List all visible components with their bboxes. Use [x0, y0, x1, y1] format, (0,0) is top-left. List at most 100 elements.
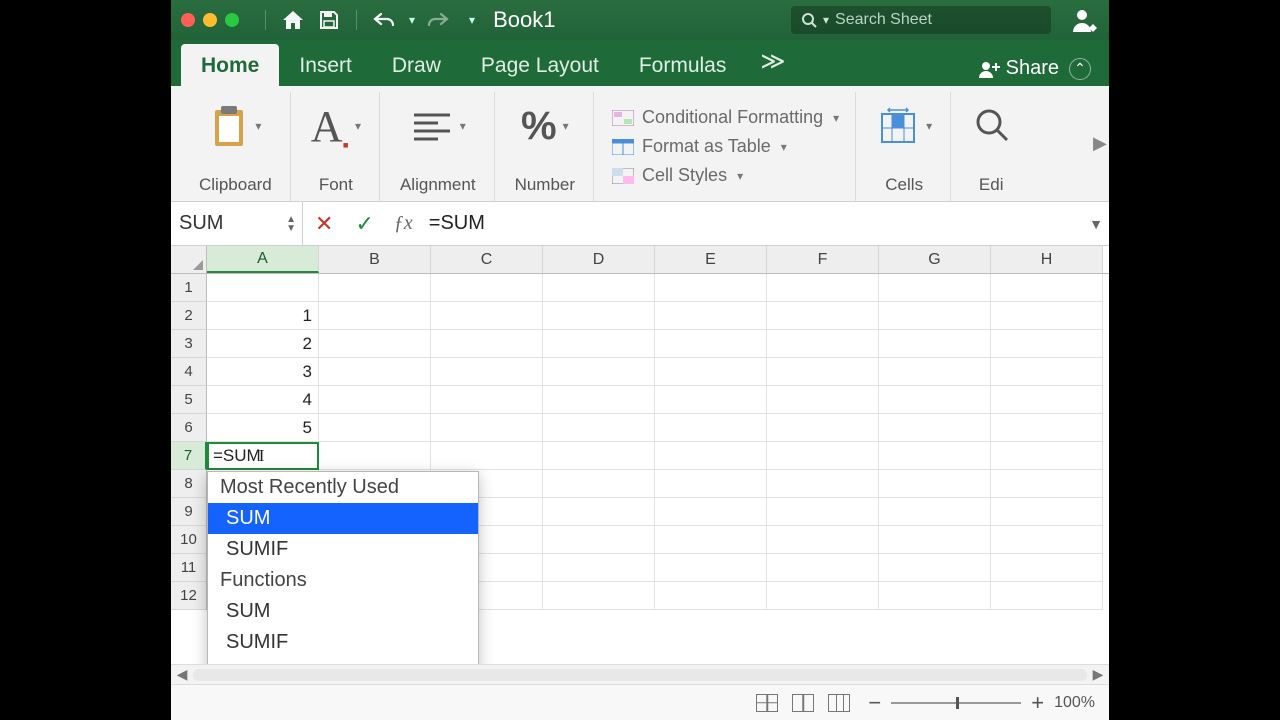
column-header[interactable]: B: [319, 246, 431, 273]
cell[interactable]: [655, 582, 767, 610]
cell[interactable]: [879, 386, 991, 414]
cell-styles-button[interactable]: Cell Styles ▾: [612, 165, 743, 186]
cell[interactable]: [431, 302, 543, 330]
cell[interactable]: [991, 442, 1103, 470]
cell[interactable]: [655, 358, 767, 386]
horizontal-scrollbar[interactable]: ◀ ▶: [171, 664, 1109, 684]
cell[interactable]: [767, 582, 879, 610]
select-all-corner[interactable]: [171, 246, 207, 273]
conditional-formatting-button[interactable]: Conditional Formatting ▾: [612, 107, 839, 128]
cell[interactable]: [879, 358, 991, 386]
cell[interactable]: [879, 414, 991, 442]
cell[interactable]: [879, 498, 991, 526]
active-cell[interactable]: =SUM I: [207, 442, 319, 470]
column-header[interactable]: E: [655, 246, 767, 273]
cell[interactable]: [879, 274, 991, 302]
row-header[interactable]: 8: [171, 470, 207, 498]
qat-customize-icon[interactable]: ▾: [469, 13, 475, 27]
cell[interactable]: [991, 330, 1103, 358]
autocomplete-item[interactable]: SUMIF: [208, 627, 478, 658]
close-window-button[interactable]: [181, 13, 195, 27]
cell[interactable]: [543, 386, 655, 414]
cell[interactable]: [319, 386, 431, 414]
cell[interactable]: [655, 526, 767, 554]
column-header[interactable]: A: [207, 246, 319, 273]
cell[interactable]: [207, 274, 319, 302]
tab-page-layout[interactable]: Page Layout: [461, 44, 619, 86]
cell[interactable]: [655, 554, 767, 582]
cell[interactable]: [767, 274, 879, 302]
alignment-button[interactable]: ▾: [410, 96, 466, 156]
format-as-table-button[interactable]: Format as Table ▾: [612, 136, 787, 157]
cell[interactable]: [543, 330, 655, 358]
scroll-left-icon[interactable]: ◀: [171, 666, 193, 683]
collapse-ribbon-button[interactable]: ⌃: [1069, 58, 1091, 80]
font-dropdown-icon[interactable]: ▾: [355, 119, 361, 133]
cell[interactable]: [879, 554, 991, 582]
cell[interactable]: [767, 302, 879, 330]
redo-icon[interactable]: [425, 7, 451, 33]
cell[interactable]: [879, 330, 991, 358]
row-header[interactable]: 2: [171, 302, 207, 330]
cell[interactable]: [543, 358, 655, 386]
formula-input[interactable]: =SUM: [423, 212, 1083, 235]
cell[interactable]: [655, 414, 767, 442]
cell[interactable]: [879, 526, 991, 554]
row-header[interactable]: 7: [171, 442, 207, 470]
paste-button[interactable]: ▾: [209, 96, 261, 156]
cell[interactable]: [991, 302, 1103, 330]
cell[interactable]: [879, 302, 991, 330]
tabs-overflow-icon[interactable]: ≫: [746, 37, 799, 86]
font-button[interactable]: A▪ ▾: [311, 96, 361, 156]
cell[interactable]: [431, 274, 543, 302]
scrollbar-track[interactable]: [193, 669, 1087, 681]
share-button[interactable]: Share: [978, 57, 1059, 80]
normal-view-button[interactable]: [756, 694, 778, 712]
search-dropdown-icon[interactable]: ▾: [823, 13, 829, 27]
cell[interactable]: [991, 358, 1103, 386]
zoom-level[interactable]: 100%: [1054, 694, 1095, 712]
column-header[interactable]: F: [767, 246, 879, 273]
cell[interactable]: [879, 582, 991, 610]
column-header[interactable]: D: [543, 246, 655, 273]
cell[interactable]: [319, 442, 431, 470]
page-layout-view-button[interactable]: [792, 694, 814, 712]
alignment-dropdown-icon[interactable]: ▾: [460, 119, 466, 133]
cell[interactable]: [879, 442, 991, 470]
cell[interactable]: [319, 302, 431, 330]
cell[interactable]: [767, 526, 879, 554]
autocomplete-item[interactable]: SUM: [208, 596, 478, 627]
accept-formula-button[interactable]: ✓: [345, 211, 383, 237]
cell[interactable]: 5: [207, 414, 319, 442]
expand-formula-bar-button[interactable]: ▼: [1083, 216, 1109, 232]
name-box[interactable]: SUM ▲▼: [171, 202, 303, 245]
cell[interactable]: [543, 442, 655, 470]
fx-icon[interactable]: ƒx: [384, 212, 423, 235]
editing-button[interactable]: [971, 96, 1011, 156]
row-header[interactable]: 9: [171, 498, 207, 526]
fullscreen-window-button[interactable]: [225, 13, 239, 27]
cell[interactable]: [543, 302, 655, 330]
cell[interactable]: 2: [207, 330, 319, 358]
paste-dropdown-icon[interactable]: ▾: [255, 119, 261, 133]
cell[interactable]: [431, 386, 543, 414]
zoom-slider[interactable]: [891, 702, 1021, 704]
tab-home[interactable]: Home: [181, 44, 279, 86]
number-button[interactable]: % ▾: [521, 96, 569, 156]
cell[interactable]: [543, 582, 655, 610]
row-header[interactable]: 12: [171, 582, 207, 610]
zoom-out-button[interactable]: −: [868, 690, 881, 716]
cell[interactable]: 3: [207, 358, 319, 386]
row-header[interactable]: 5: [171, 386, 207, 414]
name-box-stepper[interactable]: ▲▼: [286, 215, 296, 233]
save-icon[interactable]: [316, 7, 342, 33]
cell[interactable]: [655, 274, 767, 302]
row-header[interactable]: 4: [171, 358, 207, 386]
cell[interactable]: [991, 274, 1103, 302]
cell[interactable]: [767, 498, 879, 526]
cell[interactable]: [543, 498, 655, 526]
autocomplete-item[interactable]: SUMIF: [208, 534, 478, 565]
account-icon[interactable]: [1071, 6, 1099, 34]
cell[interactable]: [655, 498, 767, 526]
cell[interactable]: [991, 414, 1103, 442]
